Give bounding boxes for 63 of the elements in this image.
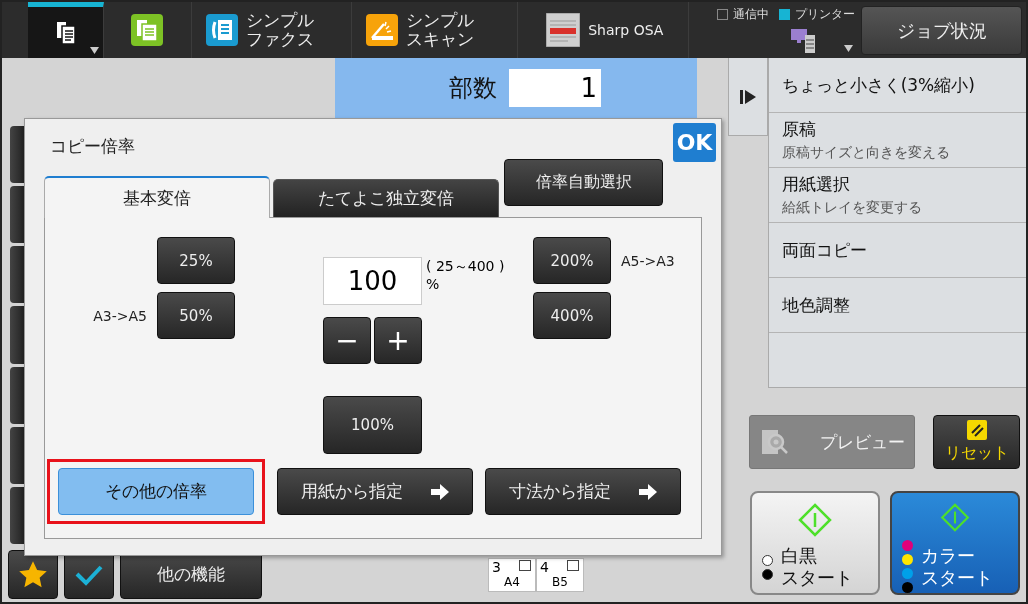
- side-button[interactable]: [10, 366, 24, 424]
- start-button[interactable]: カラー スタート: [890, 491, 1020, 595]
- side-button[interactable]: [10, 426, 24, 484]
- menu-item[interactable]: 用紙選択 給紙トレイを変更する: [768, 168, 1026, 223]
- arrow-icon: [639, 483, 657, 500]
- copies-field[interactable]: 1: [509, 69, 601, 107]
- status-label: 通信中: [733, 6, 770, 23]
- reset-icon: [966, 420, 987, 440]
- option-button[interactable]: 寸法から指定: [485, 468, 681, 515]
- preset-note: A3->A5: [93, 307, 147, 324]
- paper-tray[interactable]: 4 B5: [536, 558, 584, 592]
- preset-button[interactable]: 100%: [323, 396, 422, 454]
- ok-button[interactable]: OK: [673, 123, 716, 162]
- dialog-title: コピー倍率: [50, 135, 135, 158]
- panel-toggle[interactable]: [728, 58, 768, 136]
- unit-label: %: [426, 275, 441, 293]
- auto-select-button[interactable]: 倍率自動選択: [504, 159, 663, 206]
- stepper-button[interactable]: +: [374, 317, 422, 364]
- caret-icon: [844, 45, 854, 52]
- paper-icon: [519, 560, 531, 571]
- menu-item[interactable]: ちょっと小さく(3%縮小): [768, 58, 1026, 113]
- fax-icon: [205, 14, 238, 46]
- printer-icon[interactable]: [791, 27, 818, 53]
- app-icon: [546, 13, 581, 47]
- tab[interactable]: 基本変倍: [44, 176, 270, 218]
- paper-icon: [567, 560, 579, 571]
- menu-item[interactable]: 両面コピー: [768, 223, 1026, 278]
- side-button[interactable]: [10, 126, 24, 184]
- start-icon: [938, 503, 972, 532]
- preset-button[interactable]: 25%: [157, 237, 235, 284]
- range-label: ( 25～400 ): [426, 257, 505, 275]
- option-button[interactable]: その他の倍率: [58, 468, 254, 515]
- paper-tray[interactable]: 3 A4: [488, 558, 536, 592]
- mode-tab[interactable]: シンプル ファクス: [191, 2, 353, 58]
- expand-icon: [739, 89, 756, 104]
- preset-button[interactable]: 400%: [533, 292, 611, 339]
- scanner-icon: [366, 14, 399, 46]
- reset-button[interactable]: リセット: [933, 415, 1020, 469]
- mode-tab[interactable]: [28, 2, 104, 58]
- zoom-field[interactable]: 100: [323, 257, 422, 305]
- copy-app-icon: [131, 14, 164, 46]
- preset-note: A5->A3: [621, 252, 675, 269]
- start-icon: [798, 503, 832, 537]
- copies-label: 部数: [449, 73, 497, 104]
- job-status-button[interactable]: ジョブ状況: [861, 6, 1022, 55]
- tab[interactable]: たてよこ独立変倍: [273, 179, 499, 217]
- stepper-button[interactable]: −: [323, 317, 371, 364]
- caret-icon: [90, 47, 99, 54]
- check-icon: [75, 563, 103, 586]
- side-button[interactable]: [10, 486, 24, 544]
- arrow-icon: [431, 483, 449, 500]
- start-button[interactable]: 白黒 スタート: [750, 491, 880, 595]
- side-button[interactable]: [10, 186, 24, 244]
- favorites-button[interactable]: [8, 550, 58, 599]
- copy-icon: [54, 20, 77, 45]
- menu-item[interactable]: 原稿 原稿サイズと向きを変える: [768, 113, 1026, 168]
- option-button[interactable]: 用紙から指定: [277, 468, 473, 515]
- menu-item[interactable]: 地色調整: [768, 278, 1026, 333]
- status-label: プリンター: [795, 6, 856, 23]
- preview-icon: [762, 428, 790, 456]
- side-button[interactable]: [10, 246, 24, 304]
- preset-button[interactable]: 200%: [533, 237, 611, 284]
- preset-button[interactable]: 50%: [157, 292, 235, 339]
